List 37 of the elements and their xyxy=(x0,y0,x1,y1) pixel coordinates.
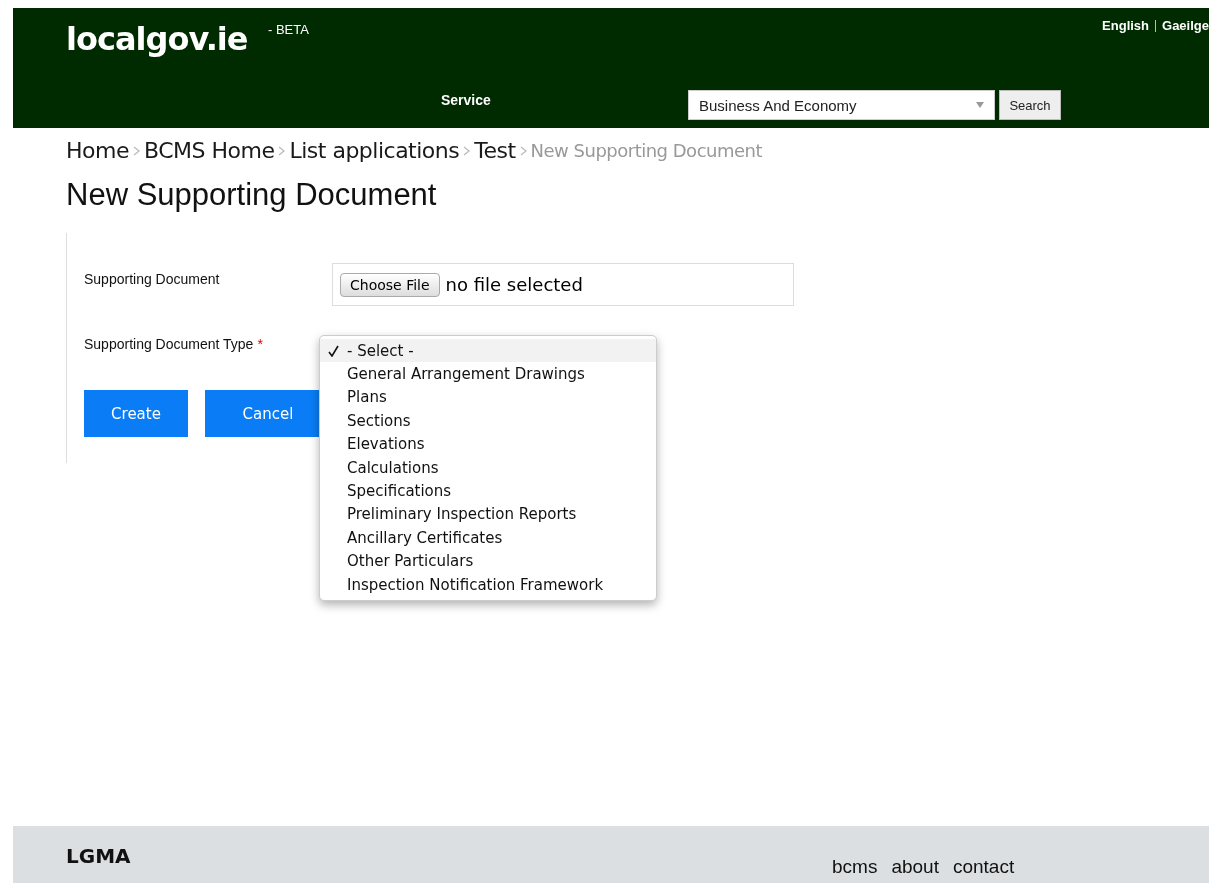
dropdown-option[interactable]: Ancillary Certificates xyxy=(320,526,656,550)
site-logo[interactable]: localgov.ie xyxy=(66,20,248,58)
chevron-icon xyxy=(463,145,471,156)
dropdown-option[interactable]: Other Particulars xyxy=(320,549,656,573)
field-label: Supporting Document Type * xyxy=(84,336,264,352)
service-label: Service xyxy=(441,92,491,108)
footer-brand: LGMA xyxy=(66,844,131,868)
footer-link[interactable]: bcms xyxy=(832,856,878,878)
language-link[interactable]: Gaeilge xyxy=(1162,18,1209,33)
breadcrumb-link[interactable]: List applications xyxy=(289,138,460,163)
service-select[interactable]: Business And Economy xyxy=(688,90,995,120)
footer-link[interactable]: about xyxy=(891,856,939,878)
page-title: New Supporting Document xyxy=(66,177,438,213)
chevron-icon xyxy=(132,145,140,156)
caret-icon xyxy=(976,102,984,108)
choose-file-button[interactable]: Choose File xyxy=(340,272,440,297)
dropdown-option[interactable]: Preliminary Inspection Reports xyxy=(320,502,656,527)
footer-link[interactable]: contact xyxy=(952,856,1015,878)
dropdown-option[interactable]: - Select - xyxy=(320,339,656,363)
breadcrumb-current: New Supporting Document xyxy=(530,140,762,161)
field-label: Supporting Document xyxy=(84,271,221,287)
check-icon xyxy=(328,344,339,357)
search-button[interactable]: Search xyxy=(999,90,1061,120)
breadcrumb-link[interactable]: Test xyxy=(474,138,516,163)
breadcrumb-link[interactable]: BCMS Home xyxy=(143,138,275,163)
dropdown-option[interactable]: Calculations xyxy=(320,455,656,480)
chevron-icon xyxy=(519,145,527,156)
file-field[interactable]: Choose File no file selected xyxy=(332,263,794,306)
create-button[interactable]: Create xyxy=(84,390,188,437)
chevron-icon xyxy=(278,145,286,156)
language-link[interactable]: English xyxy=(1102,18,1150,33)
file-status: no file selected xyxy=(445,274,583,295)
dropdown-option[interactable]: Specifications xyxy=(320,479,656,503)
dropdown-option[interactable]: General Arrangement Drawings xyxy=(320,362,656,386)
dropdown-option[interactable]: Inspection Notification Framework xyxy=(320,572,656,597)
breadcrumb-link[interactable]: Home xyxy=(66,138,129,163)
beta-label: - BETA xyxy=(268,22,309,37)
